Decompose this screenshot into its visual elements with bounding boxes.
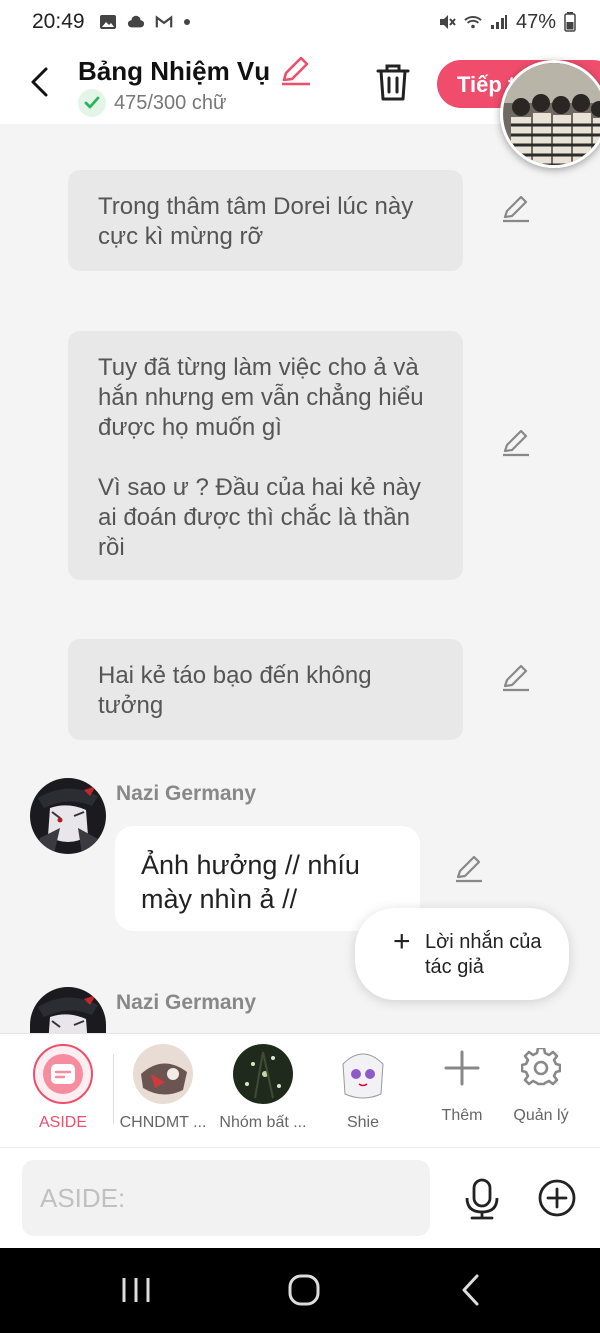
home-button[interactable] — [284, 1270, 324, 1310]
character-label: Nhóm bất ... — [219, 1114, 307, 1131]
edit-message-icon[interactable] — [500, 662, 532, 694]
manage-button[interactable]: Quản lý — [491, 1046, 591, 1125]
mute-icon — [439, 15, 456, 29]
narration-message[interactable]: Tuy đã từng làm việc cho ả và hắn nhưng … — [68, 331, 463, 580]
character-avatar — [133, 1044, 193, 1104]
floating-avatar[interactable] — [500, 60, 600, 168]
character-avatar[interactable] — [30, 987, 106, 1033]
narration-message[interactable]: Hai kẻ táo bạo đến không tưởng — [68, 639, 463, 740]
word-count: 475/300 chữ — [114, 92, 227, 114]
speaker-name: Nazi Germany — [116, 782, 257, 805]
delete-button[interactable] — [374, 62, 412, 102]
edit-message-icon[interactable] — [453, 853, 485, 885]
gallery-icon — [99, 15, 116, 29]
system-back-button[interactable] — [452, 1270, 492, 1310]
manage-label: Quản lý — [513, 1107, 569, 1124]
character-bar: ASIDE CHNDMT ... Nhóm bất ... Shie Thêm … — [0, 1033, 600, 1147]
character-item[interactable]: CHNDMT ... — [113, 1044, 213, 1132]
gear-icon — [520, 1046, 562, 1086]
plus-icon: + — [393, 925, 411, 958]
wifi-icon — [464, 16, 482, 29]
narration-text: Trong thâm tâm Dorei lúc này cực kì mừng… — [98, 193, 414, 250]
system-icons: 47% — [438, 11, 576, 34]
input-bar — [0, 1147, 600, 1248]
character-item[interactable]: Shie — [313, 1044, 413, 1132]
narration-text: Hai kẻ táo bạo đến không tưởng — [98, 662, 372, 719]
page-title: Bảng Nhiệm Vụ — [78, 56, 271, 86]
gmail-icon — [155, 15, 172, 28]
recent-apps-button[interactable] — [116, 1270, 156, 1310]
status-bar: 20:49 47% — [0, 0, 600, 44]
narration-text: Tuy đã từng làm việc cho ả và hắn nhưng … — [98, 354, 424, 441]
character-label: CHNDMT ... — [119, 1114, 207, 1131]
author-note-button[interactable]: + Lời nhắn của tác giả — [355, 908, 569, 1000]
message-input[interactable] — [22, 1160, 430, 1236]
character-label: Shie — [346, 1114, 380, 1131]
microphone-button[interactable] — [462, 1178, 502, 1220]
battery-icon — [564, 12, 576, 32]
cloud-icon — [127, 15, 144, 28]
aside-icon — [33, 1044, 93, 1104]
plus-icon — [444, 1050, 480, 1086]
narration-text: Vì sao ư ? Đầu của hai kẻ này ai đoán đư… — [98, 474, 421, 561]
system-nav-bar — [0, 1248, 600, 1333]
edit-message-icon[interactable] — [500, 427, 532, 459]
dot-icon — [183, 19, 190, 25]
status-time: 20:49 — [32, 10, 85, 33]
attach-button[interactable] — [537, 1178, 577, 1218]
character-avatar — [333, 1044, 393, 1104]
author-note-label: Lời nhắn của tác giả — [425, 931, 542, 978]
battery-percent: 47% — [515, 10, 556, 33]
character-item[interactable]: Nhóm bất ... — [213, 1044, 313, 1132]
speaker-name: Nazi Germany — [116, 991, 257, 1014]
edit-title-icon[interactable] — [278, 56, 312, 86]
signal-icon — [490, 15, 507, 29]
check-icon — [78, 89, 106, 117]
edit-message-icon[interactable] — [500, 193, 532, 225]
character-avatar — [233, 1044, 293, 1104]
character-aside[interactable]: ASIDE — [13, 1044, 113, 1132]
character-avatar[interactable] — [30, 778, 106, 854]
narration-message[interactable]: Trong thâm tâm Dorei lúc này cực kì mừng… — [68, 170, 463, 271]
back-button[interactable] — [24, 66, 56, 98]
notification-icons — [99, 14, 191, 30]
character-label: ASIDE — [38, 1114, 87, 1131]
